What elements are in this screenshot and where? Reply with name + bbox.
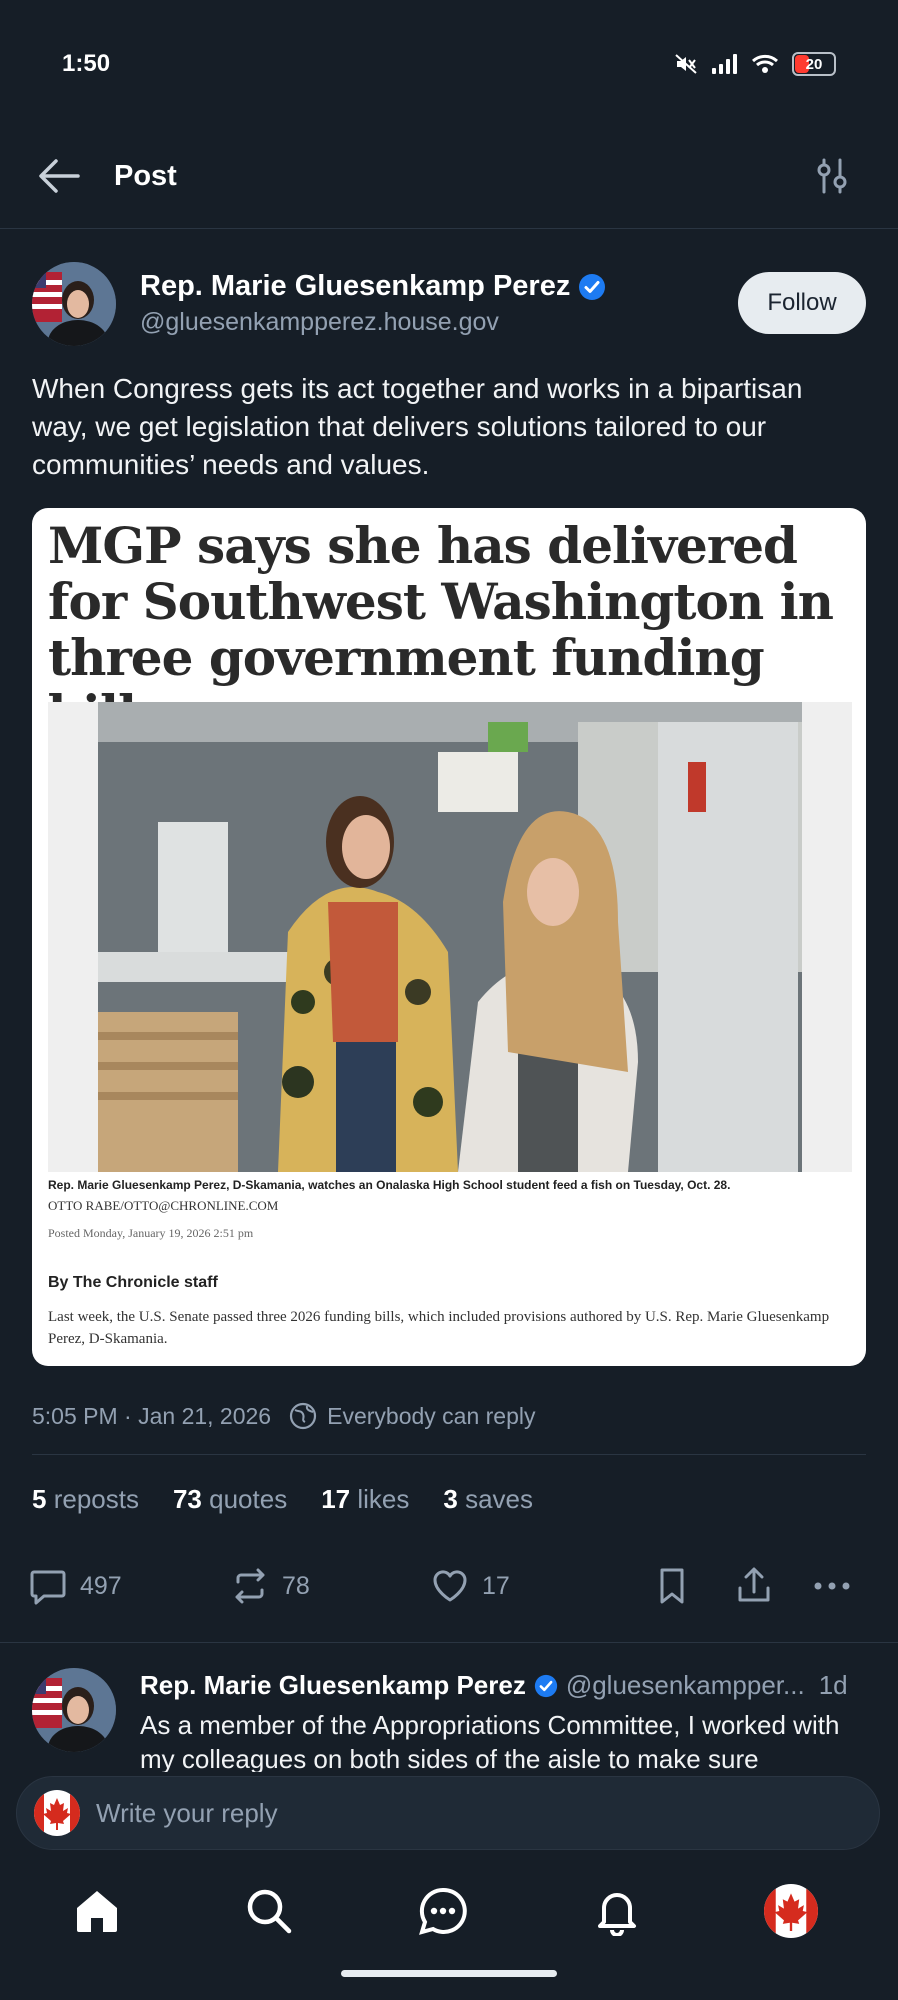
article-photo-illustration — [98, 702, 802, 1172]
author-name[interactable]: Rep. Marie Gluesenkamp Perez — [140, 270, 606, 303]
bookmark-button[interactable] — [654, 1566, 690, 1606]
article-lede: Last week, the U.S. Senate passed three … — [48, 1309, 830, 1347]
mute-icon — [675, 54, 697, 74]
article-photo — [48, 702, 852, 1172]
bottom-nav — [0, 1866, 898, 1956]
post-stats: 5 reposts 73 quotes 17 likes 3 saves — [32, 1484, 533, 1515]
comment-icon — [30, 1570, 66, 1605]
reply-avatar[interactable] — [32, 1668, 116, 1752]
nav-chat[interactable] — [416, 1884, 470, 1938]
reply-text[interactable]: As a member of the Appropriations Commit… — [140, 1708, 870, 1772]
like-button[interactable]: 17 — [430, 1566, 510, 1606]
share-icon — [738, 1567, 770, 1602]
more-horizontal-icon — [814, 1582, 850, 1590]
post-meta: 5:05 PM · Jan 21, 2026 Everybody can rep… — [32, 1402, 536, 1430]
post-actions: 497 78 17 — [28, 1566, 870, 1616]
bell-icon — [598, 1893, 636, 1936]
author-photo — [32, 262, 116, 346]
follow-button[interactable]: Follow — [738, 272, 866, 334]
post-text: When Congress gets its act together and … — [32, 373, 803, 480]
nav-profile[interactable] — [764, 1884, 818, 1938]
repost-count: 78 — [282, 1571, 310, 1600]
post-image[interactable]: MGP says she has delivered for Southwest… — [32, 508, 866, 1366]
reply-age: 1d — [818, 1670, 848, 1700]
reply-author[interactable]: Rep. Marie Gluesenkamp Perez @gluesenkam… — [140, 1670, 848, 1701]
home-indicator — [341, 1970, 557, 1977]
repost-icon — [235, 1568, 265, 1604]
like-count: 17 — [482, 1571, 510, 1600]
status-time: 1:50 — [62, 50, 111, 77]
article-byline: By The Chronicle staff — [48, 1274, 218, 1291]
reply-count: 497 — [80, 1571, 122, 1600]
sliders-icon — [817, 158, 847, 194]
signal-icon — [712, 54, 737, 74]
author-handle[interactable]: @gluesenkampperez.house.gov — [140, 308, 499, 337]
photo-credit: OTTO RABE/OTTO@CHRONLINE.COM — [48, 1198, 279, 1213]
verified-badge-icon — [579, 273, 606, 300]
nav-home[interactable] — [70, 1884, 124, 1938]
composer-avatar — [34, 1790, 80, 1836]
status-icons: 20 — [674, 52, 836, 76]
article-posted-date: Posted Monday, January 19, 2026 2:51 pm — [48, 1226, 254, 1240]
chat-icon — [419, 1887, 467, 1935]
repost-button[interactable]: 78 — [230, 1566, 310, 1606]
arrow-left-icon — [39, 159, 80, 193]
bookmark-icon — [660, 1568, 684, 1604]
battery-indicator: 20 — [792, 52, 836, 76]
page-title: Post — [114, 160, 177, 192]
verified-badge-icon — [534, 1674, 557, 1697]
more-options-button[interactable] — [812, 1566, 852, 1606]
wifi-icon — [752, 54, 778, 73]
reply-setting[interactable]: Everybody can reply — [327, 1403, 535, 1430]
profile-avatar-icon — [764, 1884, 818, 1938]
reply-handle: @gluesenkampper... — [565, 1670, 805, 1700]
post-timestamp: 5:05 PM · Jan 21, 2026 — [32, 1402, 272, 1429]
reply-author-photo — [32, 1668, 116, 1752]
back-button[interactable] — [38, 158, 80, 199]
reply-author-name: Rep. Marie Gluesenkamp Perez — [140, 1670, 526, 1700]
home-icon — [77, 1891, 117, 1932]
avatar[interactable] — [32, 262, 116, 346]
nav-notifications[interactable] — [590, 1884, 644, 1938]
reply-input[interactable]: Write your reply — [96, 1798, 278, 1829]
author-name-text: Rep. Marie Gluesenkamp Perez — [140, 270, 571, 302]
filter-button[interactable] — [816, 158, 848, 199]
share-button[interactable] — [734, 1566, 774, 1606]
saves-stat[interactable]: 3 saves — [443, 1484, 533, 1515]
likes-stat[interactable]: 17 likes — [321, 1484, 409, 1515]
reposts-stat[interactable]: 5 reposts — [32, 1484, 139, 1515]
quotes-stat[interactable]: 73 quotes — [173, 1484, 287, 1515]
photo-caption: Rep. Marie Gluesenkamp Perez, D-Skamania… — [48, 1178, 731, 1192]
nav-search[interactable] — [242, 1884, 296, 1938]
globe-icon — [290, 1402, 317, 1430]
maple-leaf-icon — [34, 1790, 80, 1836]
heart-icon — [433, 1570, 467, 1602]
reply-button[interactable]: 497 — [28, 1566, 122, 1606]
search-icon — [247, 1889, 292, 1934]
